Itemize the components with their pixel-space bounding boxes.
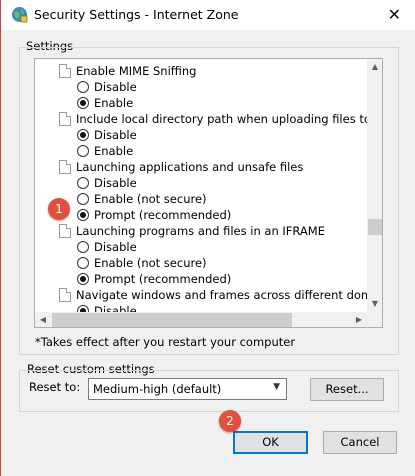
radio-unselected-icon[interactable] [77, 81, 89, 93]
settings-items: Enable MIME Sniffing Disable Enable Include… [35, 59, 367, 312]
horizontal-scroll-thumb[interactable] [52, 313, 292, 327]
setting-option[interactable]: Enable (not secure) [35, 255, 367, 271]
reset-button[interactable]: Reset... [310, 378, 384, 401]
setting-header[interactable]: Launching applications and unsafe files [35, 159, 367, 175]
setting-option[interactable]: Prompt (recommended) [35, 271, 367, 287]
settings-tree-list[interactable]: Enable MIME Sniffing Disable Enable Include… [34, 58, 383, 328]
restart-footnote: *Takes effect after you restart your com… [35, 335, 296, 349]
setting-header-label: Navigate windows and frames across diffe… [76, 288, 367, 302]
scroll-right-icon[interactable]: ▶ [351, 312, 367, 327]
setting-option[interactable]: Enable [35, 95, 367, 111]
setting-option-label: Enable (not secure) [94, 256, 207, 270]
document-icon [59, 288, 71, 302]
setting-option[interactable]: Disable [35, 175, 367, 191]
step-1-badge: 1 [48, 198, 70, 220]
ok-button[interactable]: OK [233, 431, 308, 454]
setting-option[interactable]: Enable [35, 143, 367, 159]
radio-unselected-icon[interactable] [77, 193, 89, 205]
setting-header-label: Launching applications and unsafe files [76, 160, 304, 174]
setting-header[interactable]: Include local directory path when upload… [35, 111, 367, 127]
setting-header-label: Launching programs and files in an IFRAM… [76, 224, 325, 238]
vertical-scrollbar[interactable]: ▲ ▼ [367, 59, 382, 312]
setting-header[interactable]: Launching programs and files in an IFRAM… [35, 223, 367, 239]
radio-unselected-icon[interactable] [77, 177, 89, 189]
radio-unselected-icon[interactable] [77, 257, 89, 269]
setting-option-label: Enable [94, 96, 134, 110]
security-settings-dialog: Security Settings - Internet Zone ✕ Sett… [0, 0, 415, 476]
setting-header-label: Include local directory path when upload… [76, 112, 367, 126]
radio-selected-icon[interactable] [77, 129, 89, 141]
radio-selected-icon[interactable] [77, 273, 89, 285]
document-icon [59, 160, 71, 174]
setting-option[interactable]: Enable (not secure) [35, 191, 367, 207]
horizontal-scrollbar[interactable]: ◀ ▶ [35, 312, 367, 327]
close-icon[interactable]: ✕ [388, 5, 401, 24]
reset-level-select[interactable]: Medium-high (default) ▼ [88, 378, 287, 400]
cancel-button[interactable]: Cancel [323, 431, 397, 454]
setting-option[interactable]: Prompt (recommended) [35, 207, 367, 223]
setting-header[interactable]: Enable MIME Sniffing [35, 63, 367, 79]
chevron-down-icon: ▼ [273, 382, 280, 392]
setting-option[interactable]: Disable [35, 239, 367, 255]
setting-header[interactable]: Navigate windows and frames across diffe… [35, 287, 367, 303]
document-icon [59, 64, 71, 78]
scroll-left-icon[interactable]: ◀ [35, 312, 51, 327]
setting-option-label: Disable [94, 128, 137, 142]
setting-option[interactable]: Disable [35, 79, 367, 95]
title-bar: Security Settings - Internet Zone ✕ [1, 0, 415, 30]
radio-selected-icon[interactable] [77, 97, 89, 109]
scrollbar-corner [367, 312, 382, 327]
setting-option[interactable]: Disable [35, 303, 367, 312]
setting-option-label: Enable (not secure) [94, 192, 207, 206]
radio-unselected-icon[interactable] [77, 241, 89, 253]
document-icon [59, 224, 71, 238]
setting-option-label: Enable [94, 144, 134, 158]
setting-header-label: Enable MIME Sniffing [76, 64, 197, 78]
radio-selected-icon[interactable] [77, 305, 89, 312]
reset-level-value: Medium-high (default) [93, 382, 222, 396]
vertical-scroll-thumb[interactable] [368, 219, 382, 235]
reset-to-label: Reset to: [29, 380, 81, 394]
setting-option[interactable]: Disable [35, 127, 367, 143]
setting-option-label: Disable [94, 240, 137, 254]
setting-option-label: Disable [94, 176, 137, 190]
document-icon [59, 112, 71, 126]
globe-shield-icon [12, 7, 28, 23]
setting-option-label: Disable [94, 80, 137, 94]
scroll-down-icon[interactable]: ▼ [367, 296, 382, 312]
setting-option-label: Disable [94, 304, 137, 312]
scroll-up-icon[interactable]: ▲ [367, 59, 382, 75]
setting-option-label: Prompt (recommended) [94, 272, 232, 286]
radio-selected-icon[interactable] [77, 209, 89, 221]
radio-unselected-icon[interactable] [77, 145, 89, 157]
window-title: Security Settings - Internet Zone [34, 7, 239, 22]
step-2-badge: 2 [219, 410, 241, 432]
setting-option-label: Prompt (recommended) [94, 208, 232, 222]
